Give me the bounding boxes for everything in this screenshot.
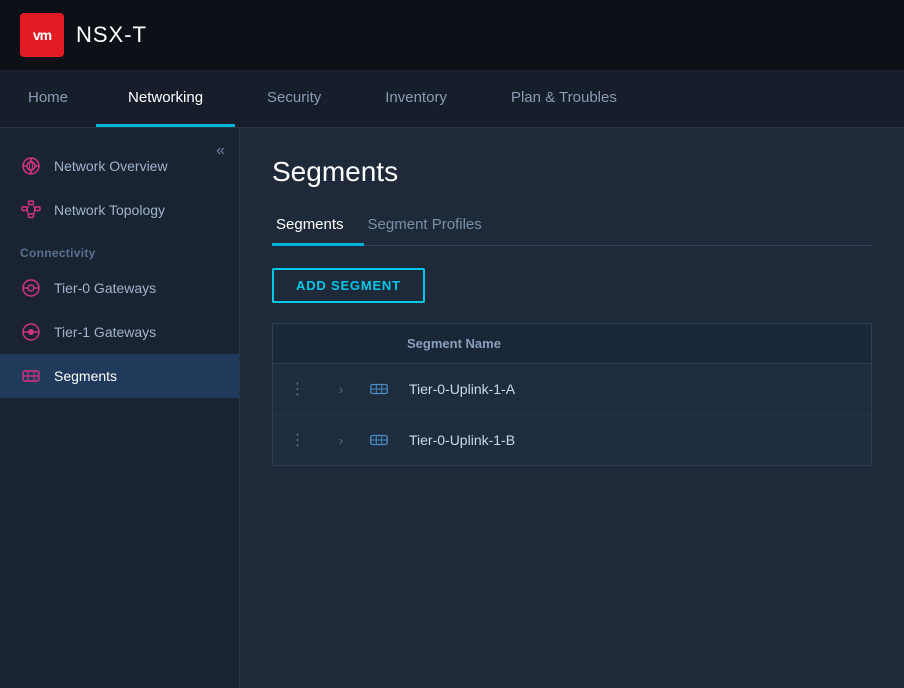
th-segment-name: Segment Name [399, 324, 871, 363]
network-overview-icon [20, 155, 42, 177]
segments-table: Segment Name ⋮ › Tier-0-Uplink-1-A [272, 323, 872, 466]
tab-segments[interactable]: Segments [272, 208, 364, 246]
nav-item-inventory[interactable]: Inventory [353, 70, 479, 127]
sidebar-item-tier1-gateways[interactable]: Tier-1 Gateways [0, 310, 239, 354]
th-actions [273, 324, 323, 363]
nav-item-networking[interactable]: Networking [96, 70, 235, 127]
app-title: NSX-T [76, 22, 147, 48]
th-icon [359, 324, 399, 363]
row-actions-2[interactable]: ⋮ [273, 416, 323, 464]
main-layout: « Network Overview [0, 128, 904, 688]
sidebar: « Network Overview [0, 128, 240, 688]
row-actions-1[interactable]: ⋮ [273, 365, 323, 413]
add-segment-button[interactable]: ADD SEGMENT [272, 268, 425, 303]
nav-item-plan-troubles[interactable]: Plan & Troubles [479, 70, 649, 127]
network-topology-icon [20, 199, 42, 221]
sidebar-item-segments[interactable]: Segments [0, 354, 239, 398]
segments-icon [20, 365, 42, 387]
top-bar: vm NSX-T [0, 0, 904, 70]
nav-item-home[interactable]: Home [0, 70, 96, 127]
tier1-icon [20, 321, 42, 343]
row-expand-2[interactable]: › [323, 419, 359, 462]
row-name-1: Tier-0-Uplink-1-A [399, 367, 871, 411]
content-area: Segments Segments Segment Profiles ADD S… [240, 128, 904, 688]
tab-segment-profiles[interactable]: Segment Profiles [364, 208, 502, 246]
sidebar-item-tier0-gateways[interactable]: Tier-0 Gateways [0, 266, 239, 310]
th-expand [323, 324, 359, 363]
row-icon-2 [359, 415, 399, 465]
page-title: Segments [272, 156, 872, 188]
nav-bar: Home Networking Security Inventory Plan … [0, 70, 904, 128]
logo-area: vm NSX-T [20, 13, 147, 57]
sub-tabs: Segments Segment Profiles [272, 208, 872, 246]
row-name-2: Tier-0-Uplink-1-B [399, 418, 871, 462]
table-header: Segment Name [273, 324, 871, 364]
vm-logo: vm [20, 13, 64, 57]
sidebar-item-network-overview[interactable]: Network Overview [0, 144, 239, 188]
nav-item-security[interactable]: Security [235, 70, 353, 127]
connectivity-section-label: Connectivity [0, 232, 239, 266]
row-expand-1[interactable]: › [323, 368, 359, 411]
tier0-icon [20, 277, 42, 299]
table-row[interactable]: ⋮ › Tier-0-Uplink-1-B [273, 415, 871, 465]
sidebar-collapse-button[interactable]: « [216, 142, 225, 160]
row-icon-1 [359, 364, 399, 414]
sidebar-item-network-topology[interactable]: Network Topology [0, 188, 239, 232]
table-row[interactable]: ⋮ › Tier-0-Uplink-1-A [273, 364, 871, 415]
